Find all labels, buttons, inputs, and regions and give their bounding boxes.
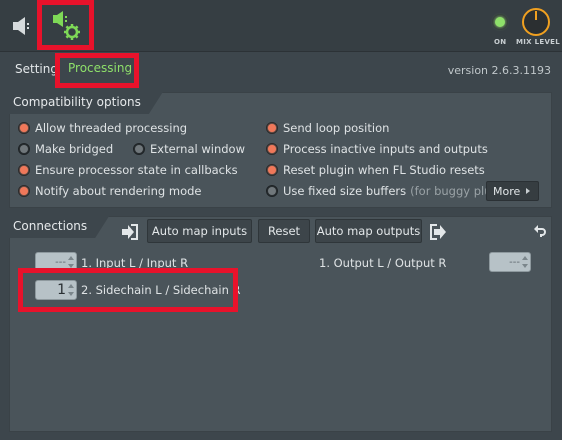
setting-label: Setting <box>15 62 58 76</box>
option-label: Allow threaded processing <box>35 121 188 135</box>
radio-icon <box>266 143 278 155</box>
option-process-inactive-io[interactable]: Process inactive inputs and outputs <box>266 141 488 157</box>
power-led[interactable] <box>492 14 508 30</box>
option-label: Ensure processor state in callbacks <box>35 163 238 177</box>
option-ensure-processor-state[interactable]: Ensure processor state in callbacks <box>18 162 238 178</box>
option-allow-threaded-processing[interactable]: Allow threaded processing <box>18 120 187 136</box>
speaker-tab[interactable] <box>8 12 36 40</box>
radio-icon <box>18 164 30 176</box>
input-arrow-icon <box>120 223 140 244</box>
radio-icon <box>266 164 278 176</box>
compatibility-title: Compatibility options <box>9 92 163 114</box>
more-label: More <box>493 184 521 198</box>
connections-title: Connections <box>9 216 109 238</box>
option-label: Send loop position <box>283 121 390 135</box>
option-reset-plugin[interactable]: Reset plugin when FL Studio resets <box>266 162 485 178</box>
version-label: version 2.6.3.1193 <box>447 64 551 77</box>
on-label: ON <box>494 38 507 46</box>
highlight-processing-tab <box>55 53 139 88</box>
spinner-arrows-icon <box>68 256 74 268</box>
option-external-window[interactable]: External window <box>133 141 245 157</box>
radio-icon <box>266 122 278 134</box>
output-1-spinner[interactable]: --- <box>489 252 531 272</box>
spinner-arrows-icon <box>522 256 528 268</box>
option-label: Use fixed size buffers <box>283 184 407 198</box>
output-arrow-icon <box>428 223 448 244</box>
connections-panel <box>9 216 552 432</box>
radio-icon <box>18 143 30 155</box>
spinner-value: --- <box>55 256 66 268</box>
radio-icon <box>18 185 30 197</box>
mix-level-knob[interactable] <box>522 8 550 36</box>
radio-icon <box>133 143 145 155</box>
radio-icon <box>266 185 278 197</box>
option-notify-rendering-mode[interactable]: Notify about rendering mode <box>18 183 201 199</box>
option-fixed-size-buffers[interactable]: Use fixed size buffers (for buggy plugin… <box>266 183 520 199</box>
output-1-label: 1. Output L / Output R <box>319 256 447 270</box>
highlight-plugin-settings-tab <box>37 0 94 50</box>
speaker-icon <box>13 17 29 35</box>
option-label: Notify about rendering mode <box>35 184 202 198</box>
auto-map-inputs-button[interactable]: Auto map inputs <box>147 219 252 243</box>
radio-icon <box>18 122 30 134</box>
spinner-value: --- <box>509 256 520 268</box>
option-send-loop-position[interactable]: Send loop position <box>266 120 389 136</box>
undo-icon[interactable] <box>533 225 547 242</box>
option-label: Make bridged <box>35 142 114 156</box>
auto-map-outputs-button[interactable]: Auto map outputs <box>315 219 422 243</box>
option-label: Process inactive inputs and outputs <box>283 142 488 156</box>
more-button[interactable]: More <box>486 181 540 201</box>
option-make-bridged[interactable]: Make bridged <box>18 141 113 157</box>
mix-level-label: MIX LEVEL <box>516 38 561 46</box>
highlight-sidechain-row <box>18 268 238 312</box>
option-label: External window <box>150 142 245 156</box>
caret-right-icon <box>526 188 531 194</box>
option-label: Reset plugin when FL Studio resets <box>283 163 485 177</box>
reset-button[interactable]: Reset <box>258 219 310 243</box>
